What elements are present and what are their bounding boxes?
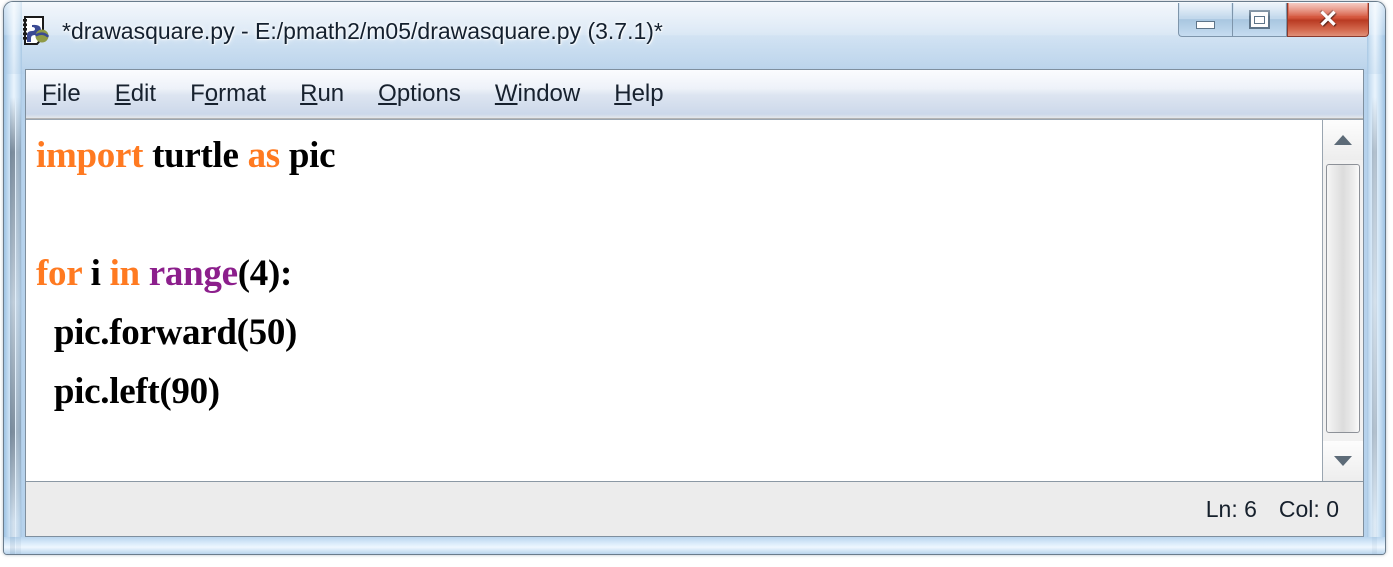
minimize-icon — [1196, 20, 1215, 29]
python-idle-file-icon — [18, 14, 52, 48]
scroll-up-icon — [1334, 135, 1352, 145]
window-title: *drawasquare.py - E:/pmath2/m05/drawasqu… — [62, 18, 663, 44]
window-client-area: File Edit Format Run Options Window Help impor… — [25, 69, 1364, 537]
status-column-indicator: Col: 0 — [1278, 495, 1339, 522]
minimize-button[interactable] — [1178, 3, 1232, 37]
code-token: pic — [279, 135, 336, 176]
scrollbar-thumb[interactable] — [1326, 164, 1360, 433]
code-token: (4): — [237, 253, 293, 294]
window-left-edge — [4, 2, 22, 554]
code-token: turtle — [143, 135, 248, 176]
code-token: import — [36, 135, 144, 176]
status-bar: Ln: 6 Col: 0 — [26, 481, 1363, 536]
code-token: i — [81, 253, 110, 294]
code-token: in — [109, 253, 141, 294]
window-right-edge — [1367, 2, 1385, 554]
code-token: pic.left(90) — [36, 371, 220, 412]
menu-item-help[interactable]: Help — [614, 80, 663, 108]
scroll-up-button[interactable] — [1323, 120, 1363, 160]
menu-item-options[interactable]: Options — [378, 80, 461, 108]
window-bottom-edge — [4, 537, 1385, 554]
code-token: as — [247, 135, 281, 176]
maximize-button[interactable] — [1232, 3, 1287, 37]
code-line-3: for i in range(4): — [36, 244, 1322, 303]
code-token: for — [36, 253, 82, 294]
menu-item-edit[interactable]: Edit — [115, 80, 156, 108]
status-line-indicator: Ln: 6 — [1205, 495, 1257, 522]
editor-pane: import turtle as pic for i in range(4): … — [26, 119, 1363, 481]
scroll-down-icon — [1334, 456, 1352, 466]
code-line-5: pic.left(90) — [36, 362, 1322, 421]
vertical-scrollbar[interactable] — [1322, 120, 1363, 481]
idle-editor-window: *drawasquare.py - E:/pmath2/m05/drawasqu… — [4, 2, 1385, 554]
menu-item-format[interactable]: Format — [190, 80, 266, 108]
window-caption-buttons: ✕ — [1178, 3, 1369, 37]
menu-item-file[interactable]: File — [42, 80, 81, 108]
menu-item-window[interactable]: Window — [495, 80, 580, 108]
menu-bar: File Edit Format Run Options Window Help — [26, 70, 1363, 119]
code-token: range — [148, 253, 238, 294]
close-icon: ✕ — [1317, 5, 1339, 33]
close-button[interactable]: ✕ — [1287, 3, 1369, 37]
code-token: pic.forward(50) — [36, 312, 298, 353]
scroll-down-button[interactable] — [1323, 441, 1363, 481]
code-text-area[interactable]: import turtle as pic for i in range(4): … — [26, 120, 1322, 481]
title-bar: *drawasquare.py - E:/pmath2/m05/drawasqu… — [4, 2, 1385, 66]
maximize-icon — [1249, 10, 1270, 29]
code-line-1: import turtle as pic — [36, 126, 1322, 185]
code-line-4: pic.forward(50) — [36, 303, 1322, 362]
menu-item-run[interactable]: Run — [300, 80, 344, 108]
